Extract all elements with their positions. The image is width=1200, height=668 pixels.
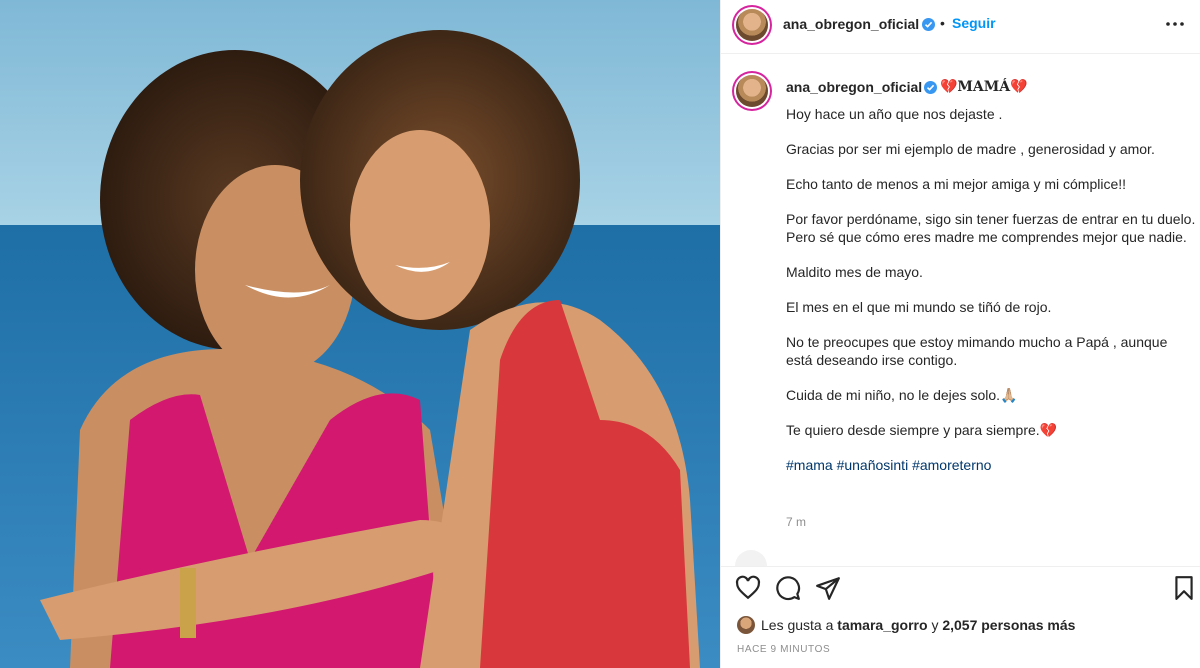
heart-icon[interactable] [735, 575, 763, 603]
caption-line: No te preocupes que estoy mimando mucho … [786, 334, 1168, 368]
likes-count[interactable]: 2,057 personas más [942, 617, 1075, 633]
caption-author-avatar[interactable] [736, 75, 768, 107]
caption-line: Pero sé que cómo eres madre me comprende… [786, 229, 1187, 245]
caption-line: Por favor perdóname, sigo sin tener fuer… [786, 211, 1196, 227]
caption-line: El mes en el que mi mundo se tiñó de roj… [786, 299, 1052, 315]
post-timestamp[interactable]: HACE 9 MINUTOS [737, 644, 830, 655]
liker-avatar[interactable] [737, 616, 755, 634]
more-options-icon[interactable] [1163, 12, 1187, 36]
header-separator: • [940, 15, 945, 31]
caption-line: Echo tanto de menos a mi mejor amiga y m… [786, 176, 1127, 192]
comment-icon[interactable] [775, 575, 803, 603]
post-image [0, 0, 720, 668]
verified-badge-icon [924, 81, 937, 94]
author-username[interactable]: ana_obregon_oficial [783, 16, 919, 32]
bookmark-icon[interactable] [1171, 575, 1199, 603]
post-header: ana_obregon_oficial • Seguir [721, 0, 1200, 54]
caption-line: Te quiero desde siempre y para siempre.💔 [786, 422, 1058, 438]
action-bar [721, 566, 1200, 610]
liker-username[interactable]: tamara_gorro [837, 617, 927, 633]
faded-comment-row [735, 550, 1195, 566]
likes-joiner: y [931, 617, 939, 633]
verified-badge-icon [922, 18, 935, 31]
caption-title: 💔MAMÁ💔 [940, 79, 1028, 95]
caption-author-username[interactable]: ana_obregon_oficial [786, 79, 922, 95]
caption-line: Hoy hace un año que nos dejaste . [786, 106, 1003, 122]
post-caption: Hoy hace un año que nos dejaste . Gracia… [786, 105, 1196, 491]
post-photo[interactable] [0, 0, 720, 668]
likes-prefix: Les gusta a [761, 617, 834, 633]
author-avatar[interactable] [736, 9, 768, 41]
caption-line: Gracias por ser mi ejemplo de madre , ge… [786, 141, 1155, 157]
caption-line: Maldito mes de mayo. [786, 264, 923, 280]
caption-line: Cuida de mi niño, no le dejes solo.🙏🏼 [786, 387, 1018, 403]
caption-timestamp: 7 m [786, 515, 807, 529]
post-details-panel: ana_obregon_oficial • Seguir ana_obregon… [720, 0, 1200, 668]
share-icon[interactable] [815, 575, 843, 603]
follow-button[interactable]: Seguir [952, 15, 996, 31]
caption-hashtags[interactable]: #mama #unañosinti #amoreterno [786, 456, 1196, 474]
